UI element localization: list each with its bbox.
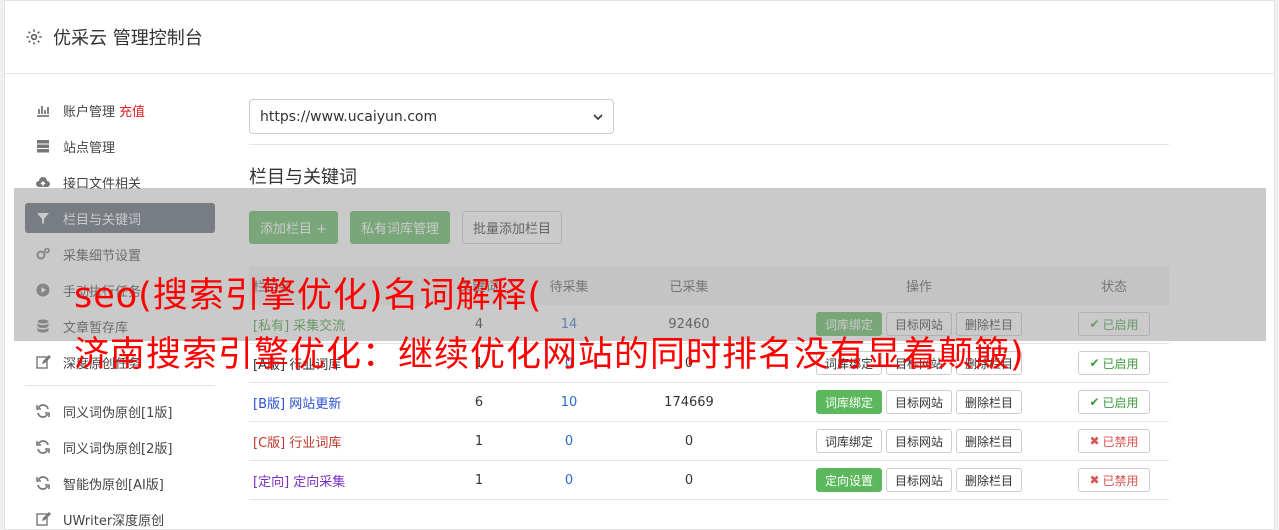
action-cell: 词库绑定目标网站删除栏目 <box>779 429 1059 453</box>
status-cell: ✔已启用 <box>1059 390 1169 414</box>
sidebar-item-label: 同义词伪原创[1版] <box>63 405 173 421</box>
keyword-count: 6 <box>474 394 484 410</box>
overlay-text-line1: seo(搜索引擎优化)名词解释( <box>74 276 543 316</box>
sidebar-item-label: 站点管理 <box>63 140 116 156</box>
sidebar-item-label: UWriter深度原创 <box>63 513 165 529</box>
sidebar-item[interactable]: 同义词伪原创[2版] <box>25 432 215 462</box>
sidebar-item[interactable]: 站点管理 <box>25 131 215 161</box>
status-label: 已禁用 <box>1102 434 1139 449</box>
bind-library-button[interactable]: 词库绑定 <box>815 429 882 453</box>
column-name-cell[interactable]: [C版] 行业词库 <box>249 432 419 451</box>
delete-column-button[interactable]: 删除栏目 <box>956 390 1023 414</box>
column-name-cell[interactable]: [B版] 网站更新 <box>249 393 419 412</box>
site-select-value: https://www.ucaiyun.com <box>260 108 438 125</box>
refresh-icon <box>35 403 51 419</box>
refresh-icon <box>35 475 51 491</box>
column-name: 定向采集 <box>293 474 346 490</box>
page-title: 优采云 管理控制台 <box>53 28 203 49</box>
action-cell: 词库绑定目标网站删除栏目 <box>779 390 1059 414</box>
status-label: 已禁用 <box>1102 473 1139 488</box>
pending-count[interactable]: 10 <box>539 395 599 410</box>
sidebar-item[interactable]: 账户管理 充值 <box>25 95 215 125</box>
sidebar-item[interactable]: UWriter深度原创 <box>25 504 215 530</box>
table-row: [定向] 定向采集 1 0 0 定向设置 目标网站 删除栏目 ✖ 已禁用 <box>249 461 1169 500</box>
pending-count[interactable]: 0 <box>539 434 599 449</box>
status-label: 已启用 <box>1102 356 1139 371</box>
table-row: [C版] 行业词库 1 0 0 词库绑定 目标网站 删除栏目 ✖ 已禁用 <box>249 422 1169 461</box>
sidebar-item[interactable]: 同义词伪原创[1版] <box>25 396 215 426</box>
bind-library-button[interactable]: 定向设置 <box>815 468 882 492</box>
sidebar-item[interactable]: 智能伪原创[AI版] <box>25 468 215 498</box>
divider <box>249 144 1169 145</box>
table-row: [B版] 网站更新 6 10 174669 词库绑定 目标网站 删除栏目 ✔ 已启用 <box>249 383 1169 422</box>
check-icon: ✔ <box>1089 356 1100 370</box>
column-tag: [C版] <box>253 435 286 451</box>
watermark-overlay <box>14 188 1266 341</box>
column-tag: [B版] <box>253 396 286 412</box>
section-title: 栏目与关键词 <box>249 167 357 188</box>
overlay-text-line2: 济南搜索引擎优化：继续优化网站的同时排名没有显着颠簸) <box>74 335 1025 375</box>
status-cell: ✖ 已禁用 <box>1059 429 1169 453</box>
pending-count[interactable]: 0 <box>539 473 599 488</box>
sidebar-item-label: 同义词伪原创[2版] <box>63 441 173 457</box>
bind-library-button[interactable]: 词库绑定 <box>815 390 882 414</box>
status-badge[interactable]: ✔已启用 <box>1078 351 1150 375</box>
column-name: 网站更新 <box>289 396 342 412</box>
target-site-button[interactable]: 目标网站 <box>885 429 952 453</box>
site-select[interactable]: https://www.ucaiyun.com <box>249 99 614 134</box>
sidebar-item-label: 智能伪原创[AI版] <box>63 477 164 493</box>
column-name-cell[interactable]: [定向] 定向采集 <box>249 471 419 490</box>
header: 优采云 管理控制台 <box>5 1 1274 74</box>
check-icon: ✔ <box>1089 395 1100 409</box>
recharge-link[interactable]: 充值 <box>119 101 145 120</box>
status-badge[interactable]: ✖ 已禁用 <box>1078 429 1150 453</box>
keyword-count: 1 <box>474 472 484 488</box>
edit-icon <box>35 354 51 370</box>
column-name: 行业词库 <box>289 435 342 451</box>
refresh-icon <box>35 439 51 455</box>
gear-icon <box>26 29 42 45</box>
collected-count: 0 <box>684 433 694 449</box>
status-badge[interactable]: ✖ 已禁用 <box>1078 468 1150 492</box>
status-label: 已启用 <box>1102 395 1139 410</box>
cross-icon: ✖ <box>1089 473 1100 487</box>
target-site-button[interactable]: 目标网站 <box>885 468 952 492</box>
bar-chart-icon <box>35 102 51 118</box>
sidebar-item-label: 账户管理 <box>63 104 116 120</box>
status-badge[interactable]: ✔已启用 <box>1078 390 1150 414</box>
chevron-down-icon <box>593 113 603 120</box>
edit-icon <box>35 511 51 527</box>
status-cell: ✖ 已禁用 <box>1059 468 1169 492</box>
cross-icon: ✖ <box>1089 434 1100 448</box>
delete-column-button[interactable]: 删除栏目 <box>956 429 1023 453</box>
collected-count: 0 <box>684 472 694 488</box>
column-tag: [定向] <box>253 474 290 490</box>
collected-count: 174669 <box>664 394 714 410</box>
server-icon <box>35 138 51 154</box>
delete-column-button[interactable]: 删除栏目 <box>956 468 1023 492</box>
action-cell: 定向设置 目标网站 删除栏目 <box>779 468 1059 492</box>
status-cell: ✔已启用 <box>1059 351 1169 375</box>
keyword-count: 1 <box>474 433 484 449</box>
sidebar-divider <box>25 385 215 386</box>
target-site-button[interactable]: 目标网站 <box>885 390 952 414</box>
